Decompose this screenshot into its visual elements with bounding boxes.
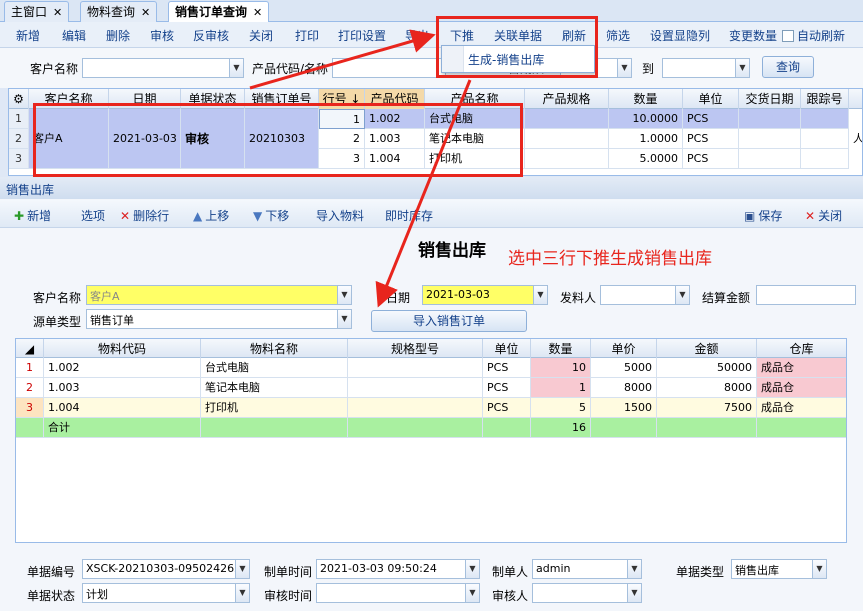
arrow-to-import <box>375 79 472 308</box>
annotation-arrows <box>249 29 472 308</box>
arrow-to-menu <box>249 29 436 90</box>
